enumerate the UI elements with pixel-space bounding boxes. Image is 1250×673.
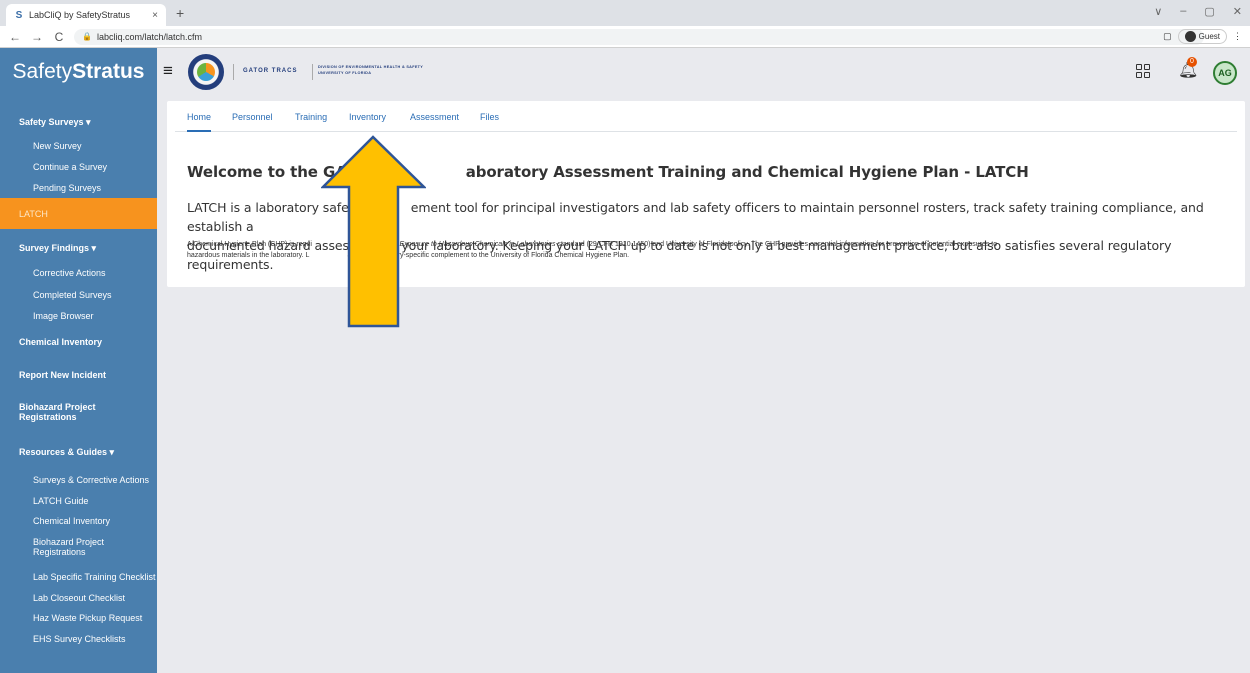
chp-line2-a: hazardous materials in the laboratory. L: [187, 252, 310, 259]
sidebar-resources[interactable]: Resources & Guides ▾: [19, 447, 157, 458]
sidebar-safety-surveys[interactable]: Safety Surveys ▾: [19, 117, 157, 128]
profile-icon: [1184, 31, 1196, 42]
brand-logo[interactable]: Safety Stratus: [0, 48, 157, 96]
sidebar-item-continue-survey[interactable]: Continue a Survey: [33, 162, 157, 172]
sidebar-res-closeout[interactable]: Lab Closeout Checklist: [33, 593, 157, 603]
profile-button[interactable]: Guest: [1177, 29, 1227, 44]
header-divider: [233, 64, 234, 80]
division-label: DIVISION OF ENVIRONMENTAL HEALTH & SAFET…: [318, 64, 423, 76]
browser-tab-bar: S LabCliQ by SafetyStratus × + ∨ – ▢ ✕: [0, 0, 1250, 26]
sidebar-biohazard[interactable]: Biohazard Project Registrations: [19, 402, 157, 422]
sidebar-res-biohazard[interactable]: Biohazard Project Registrations: [33, 537, 157, 557]
profile-label: Guest: [1198, 32, 1220, 41]
sidebar-res-bio-line2: Registrations: [33, 547, 86, 557]
sidebar: Safety Surveys ▾ New Survey Continue a S…: [0, 96, 157, 673]
sidebar-res-chemical-inventory[interactable]: Chemical Inventory: [33, 516, 157, 526]
brand-bold: Stratus: [72, 60, 145, 83]
back-icon[interactable]: ←: [8, 30, 22, 44]
sidebar-res-haz-waste[interactable]: Haz Waste Pickup Request: [33, 613, 157, 623]
tab-home[interactable]: Home: [187, 112, 212, 132]
latch-tabs: Home Personnel Training Inventory Assess…: [175, 108, 1237, 132]
gator-tracs-seal-icon: [188, 54, 224, 90]
sidebar-res-ehs-checklists[interactable]: EHS Survey Checklists: [33, 634, 157, 644]
sidebar-res-bio-line1: Biohazard Project: [33, 537, 105, 547]
chp-line1-a: A Chemical Hygiene Plan (CHP) is requi: [187, 241, 312, 248]
sidebar-survey-findings[interactable]: Survey Findings ▾: [19, 243, 157, 254]
sidebar-res-lab-training[interactable]: Lab Specific Training Checklist: [33, 572, 157, 582]
hamburger-menu-icon[interactable]: ≡: [163, 61, 173, 81]
close-tab-icon[interactable]: ×: [152, 10, 158, 21]
tab-inventory[interactable]: Inventory: [349, 112, 386, 122]
sidebar-report-incident[interactable]: Report New Incident: [19, 370, 157, 380]
tab-training[interactable]: Training: [295, 112, 327, 122]
new-tab-icon[interactable]: +: [176, 5, 184, 21]
maximize-icon[interactable]: ▢: [1204, 5, 1214, 18]
browser-menu-icon[interactable]: ⋮: [1233, 31, 1242, 42]
window-controls: ∨ – ▢ ✕: [1154, 5, 1242, 18]
sidebar-biohazard-line1: Biohazard Project: [19, 402, 96, 412]
sidebar-res-latch-guide[interactable]: LATCH Guide: [33, 496, 157, 506]
header-divider: [312, 64, 313, 80]
safetystratus-favicon-icon: S: [15, 9, 23, 21]
sidebar-res-surveys[interactable]: Surveys & Corrective Actions: [33, 475, 157, 485]
app-header: Safety Stratus ≡ GATOR TRACS DIVISION OF …: [0, 48, 1250, 96]
sidebar-item-corrective-actions[interactable]: Corrective Actions: [33, 268, 157, 278]
notification-badge: 0: [1187, 57, 1197, 67]
brand-light: Safety: [12, 60, 73, 83]
apps-grid-icon[interactable]: [1136, 64, 1150, 78]
division-line2: UNIVERSITY OF FLORIDA: [318, 71, 372, 75]
minimize-icon[interactable]: –: [1180, 5, 1186, 18]
reload-icon[interactable]: C: [52, 30, 66, 44]
sidebar-chemical-inventory[interactable]: Chemical Inventory: [19, 337, 157, 347]
tab-search-icon[interactable]: ∨: [1154, 5, 1162, 18]
sidebar-item-pending-surveys[interactable]: Pending Surveys: [33, 183, 157, 193]
browser-tab-title: LabCliQ by SafetyStratus: [29, 10, 131, 20]
tab-assessment[interactable]: Assessment: [410, 112, 459, 122]
address-bar[interactable]: 🔒 labcliq.com/latch/latch.cfm: [74, 28, 1204, 45]
chp-line1-c: standard (29 CFR 1910.1450) and Universi…: [555, 241, 998, 248]
sidebar-biohazard-line2: Registrations: [19, 412, 77, 422]
browser-tab[interactable]: S LabCliQ by SafetyStratus ×: [6, 4, 166, 26]
browser-toolbar: ← → C 🔒 labcliq.com/latch/latch.cfm ▢ Gu…: [0, 26, 1250, 48]
welcome-part-b: aboratory Assessment Training and Chemic…: [465, 163, 1029, 181]
sidepanel-icon[interactable]: ▢: [1163, 31, 1172, 42]
sidebar-item-image-browser[interactable]: Image Browser: [33, 311, 157, 321]
gator-tracs-label: GATOR TRACS: [243, 68, 298, 74]
page-title: Welcome to the GAT aboratory Assessment T…: [187, 163, 1029, 181]
sidebar-item-latch[interactable]: LATCH: [0, 198, 157, 229]
close-window-icon[interactable]: ✕: [1233, 5, 1242, 18]
sidebar-item-new-survey[interactable]: New Survey: [33, 141, 157, 151]
sidebar-item-completed-surveys[interactable]: Completed Surveys: [33, 290, 157, 300]
url-text: labcliq.com/latch/latch.cfm: [96, 31, 203, 42]
arrow-up-icon: [321, 135, 426, 328]
lock-icon: 🔒: [82, 32, 92, 41]
forward-icon[interactable]: →: [30, 30, 44, 44]
tab-personnel[interactable]: Personnel: [232, 112, 273, 122]
tab-files[interactable]: Files: [480, 112, 499, 122]
user-avatar[interactable]: AG: [1213, 61, 1237, 85]
